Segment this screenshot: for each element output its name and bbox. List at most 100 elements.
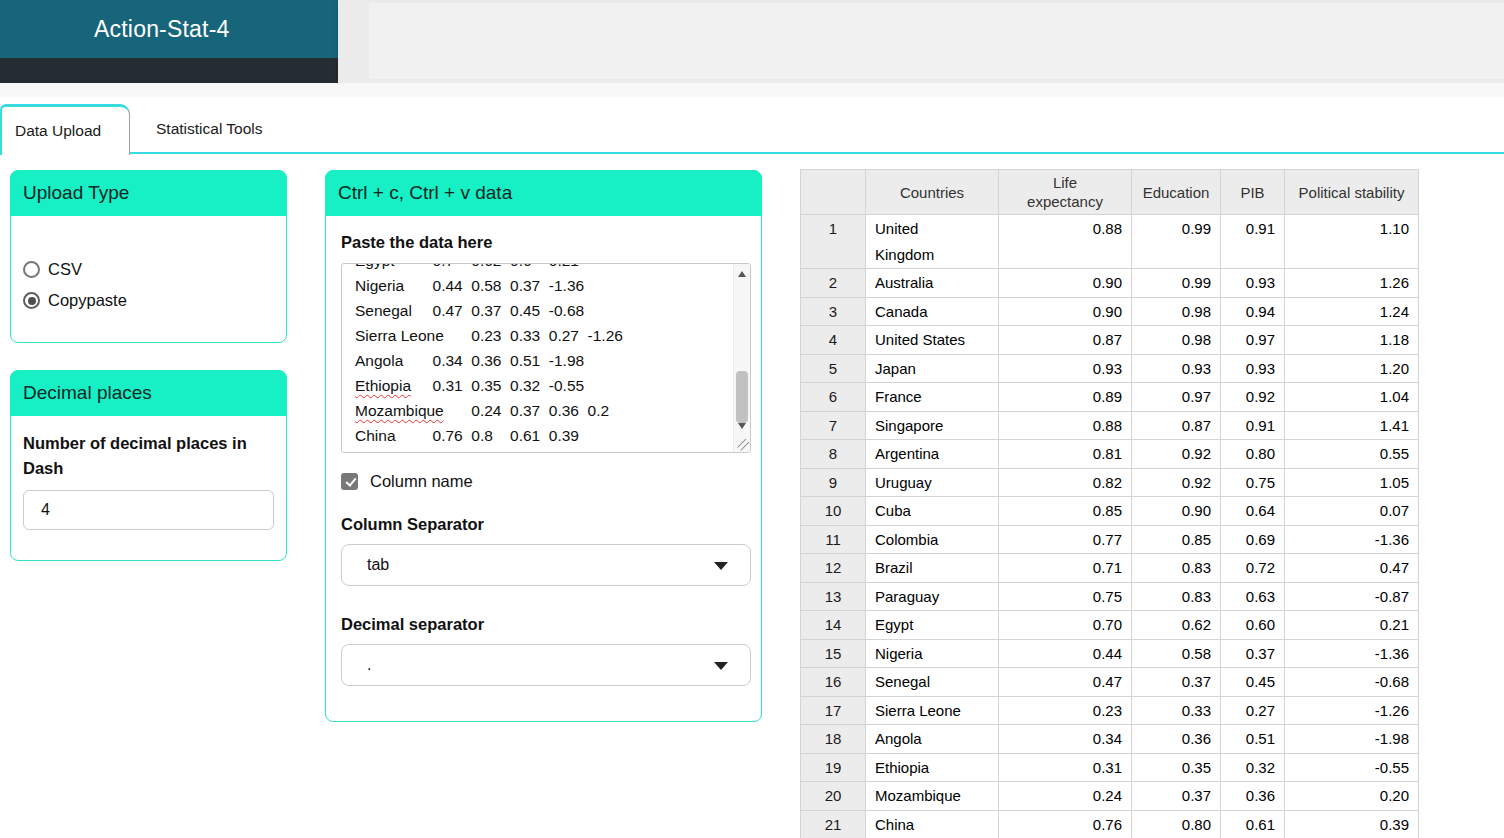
decimal-places-value: 4 [41,501,50,519]
tab-statistical-tools[interactable]: Statistical Tools [131,104,307,154]
tab-data-upload[interactable]: Data Upload [0,104,130,155]
table-cell: 0.21 [1285,611,1419,640]
table-header-row: CountriesLife expectancyEducationPIBPoli… [801,170,1419,215]
table-cell: -0.68 [1285,668,1419,697]
table-row: 21China0.760.800.610.39 [801,810,1419,838]
table-cell: Brazil [866,554,999,583]
textarea-scrollbar[interactable] [733,264,750,452]
scrollbar-thumb[interactable] [736,371,748,423]
table-cell: Cuba [866,497,999,526]
decimal-separator-label: Decimal separator [341,615,484,634]
table-cell: 0.99 [1132,269,1221,298]
scrollbar-up-icon[interactable] [734,266,750,282]
csv-radio[interactable] [23,261,40,278]
table-header-cell: Education [1132,170,1221,215]
table-cell: 16 [801,668,866,697]
paste-textarea[interactable]: Egypt 0.7 0.62 0.6 0.21Nigeria 0.44 0.58… [341,263,751,453]
table-cell: 0.32 [1221,753,1285,782]
copypaste-radio-label: Copypaste [48,291,127,310]
table-cell: 19 [801,753,866,782]
table-cell: Nigeria [866,639,999,668]
table-cell: -1.36 [1285,639,1419,668]
table-row: 11Colombia0.770.850.69-1.36 [801,525,1419,554]
decimal-places-title: Decimal places [23,382,152,404]
table-cell: 0.93 [1221,354,1285,383]
table-cell: 0.98 [1132,297,1221,326]
copypaste-radio[interactable] [23,292,40,309]
table-cell: 0.55 [1285,440,1419,469]
table-cell: Canada [866,297,999,326]
table-cell: France [866,383,999,412]
table-cell: 0.92 [1132,468,1221,497]
table-cell: 20 [801,782,866,811]
table-cell: 0.37 [1221,639,1285,668]
table-cell: 0.91 [1221,411,1285,440]
radio-option-copypaste[interactable]: Copypaste [23,291,127,310]
table-cell: 0.83 [1132,554,1221,583]
table-cell: 4 [801,326,866,355]
paste-textarea-content: Egypt 0.7 0.62 0.6 0.21Nigeria 0.44 0.58… [355,264,733,448]
table-cell: 0.98 [1132,326,1221,355]
radio-option-csv[interactable]: CSV [23,260,82,279]
table-cell: Mozambique [866,782,999,811]
table-header-cell: Political stability [1285,170,1419,215]
table-cell: 11 [801,525,866,554]
table-header-cell [801,170,866,215]
table-cell: China [866,810,999,838]
table-cell: 0.81 [999,440,1132,469]
table-row: 13Paraguay0.750.830.63-0.87 [801,582,1419,611]
decimal-places-panel: Decimal places Number of decimal places … [10,370,287,561]
header-shadow-strip [0,83,1504,97]
paste-data-panel: Ctrl + c, Ctrl + v data Paste the data h… [325,170,762,722]
table-cell: 0.47 [1285,554,1419,583]
table-cell: -1.36 [1285,525,1419,554]
table-cell: 0.75 [999,582,1132,611]
table-cell: Sierra Leone [866,696,999,725]
table-cell: 0.99 [1132,215,1221,269]
textarea-resize-grip[interactable] [737,439,749,451]
table-cell: 0.27 [1221,696,1285,725]
table-cell: 12 [801,554,866,583]
table-cell: 0.44 [999,639,1132,668]
table-cell: 18 [801,725,866,754]
table-cell: 6 [801,383,866,412]
table-cell: 0.88 [999,411,1132,440]
data-table-head: CountriesLife expectancyEducationPIBPoli… [801,170,1419,215]
table-row: 5Japan0.930.930.931.20 [801,354,1419,383]
tab-bar: Data Upload Statistical Tools [0,103,1504,155]
table-row: 7Singapore0.880.870.911.41 [801,411,1419,440]
table-cell: 0.34 [999,725,1132,754]
table-cell: 0.94 [1221,297,1285,326]
table-cell: Ethiopia [866,753,999,782]
decimal-places-panel-header: Decimal places [10,370,287,416]
decimal-separator-select[interactable]: . [341,644,751,686]
table-cell: 0.58 [1132,639,1221,668]
table-cell: Argentina [866,440,999,469]
upload-type-panel: Upload Type CSV Copypaste [10,170,287,343]
tab-statistical-tools-label: Statistical Tools [156,120,263,138]
header-dark-strip [0,58,338,83]
table-cell: 0.61 [1221,810,1285,838]
table-cell: 0.31 [999,753,1132,782]
csv-radio-label: CSV [48,260,82,279]
table-cell: Uruguay [866,468,999,497]
table-cell: 0.80 [1132,810,1221,838]
table-row: 9Uruguay0.820.920.751.05 [801,468,1419,497]
table-cell: 0.62 [1132,611,1221,640]
table-row: 14Egypt0.700.620.600.21 [801,611,1419,640]
decimal-places-input[interactable]: 4 [23,490,274,530]
table-cell: 1.10 [1285,215,1419,269]
decimal-places-label: Number of decimal places in Dash [23,431,263,481]
table-cell: -1.26 [1285,696,1419,725]
table-cell: 1.24 [1285,297,1419,326]
table-row: 20Mozambique0.240.370.360.20 [801,782,1419,811]
table-row: 12Brazil0.710.830.720.47 [801,554,1419,583]
table-cell: 9 [801,468,866,497]
table-cell: 0.85 [1132,525,1221,554]
column-name-label: Column name [370,472,473,491]
column-name-checkbox[interactable] [341,473,358,490]
table-cell: 0.23 [999,696,1132,725]
column-separator-select[interactable]: tab [341,544,751,586]
table-cell: 0.76 [999,810,1132,838]
column-name-option[interactable]: Column name [341,472,473,491]
